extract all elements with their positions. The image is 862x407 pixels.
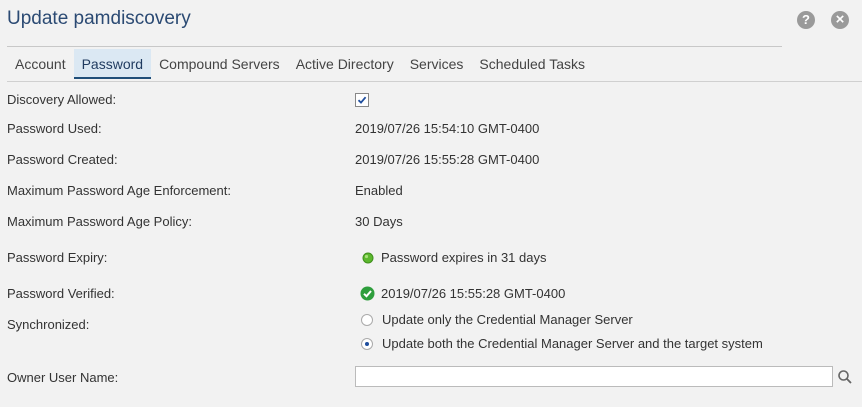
tab-compound-servers[interactable]: Compound Servers <box>151 49 288 79</box>
discovery-allowed-checkbox[interactable] <box>355 93 369 107</box>
password-expiry-value: Password expires in 31 days <box>381 250 547 265</box>
max-age-enforcement-value: Enabled <box>355 183 403 198</box>
password-created-value: 2019/07/26 15:55:28 GMT-0400 <box>355 152 540 167</box>
tab-services[interactable]: Services <box>402 49 472 79</box>
max-age-policy-value: 30 Days <box>355 214 403 229</box>
close-icon[interactable]: × <box>831 11 849 29</box>
owner-user-name-label: Owner User Name: <box>7 370 119 385</box>
password-used-label: Password Used: <box>7 121 102 136</box>
discovery-allowed-label: Discovery Allowed: <box>7 92 117 107</box>
help-icon[interactable]: ? <box>797 11 815 29</box>
tab-password[interactable]: Password <box>73 49 152 79</box>
tab-divider <box>7 81 862 82</box>
tab-scheduled-tasks[interactable]: Scheduled Tasks <box>471 49 593 79</box>
sync-option-both-radio[interactable] <box>361 338 373 350</box>
tab-account[interactable]: Account <box>7 49 74 79</box>
max-age-enforcement-label: Maximum Password Age Enforcement: <box>7 183 231 198</box>
tab-active-directory[interactable]: Active Directory <box>288 49 402 79</box>
password-expiry-label: Password Expiry: <box>7 250 108 265</box>
dialog-title: Update pamdiscovery <box>7 8 191 29</box>
synchronized-label: Synchronized: <box>7 317 90 332</box>
title-divider <box>7 46 782 47</box>
checkmark-icon <box>357 96 367 104</box>
green-status-dot-icon <box>362 252 374 264</box>
password-used-value: 2019/07/26 15:54:10 GMT-0400 <box>355 121 540 136</box>
search-icon[interactable] <box>837 369 853 385</box>
owner-user-name-input[interactable] <box>355 366 833 387</box>
verified-check-icon <box>360 286 375 301</box>
sync-option-server-only-label[interactable]: Update only the Credential Manager Serve… <box>382 312 633 327</box>
tab-bar: Account Password Compound Servers Active… <box>7 49 593 80</box>
sync-option-server-only-radio[interactable] <box>361 314 373 326</box>
sync-option-both-label[interactable]: Update both the Credential Manager Serve… <box>382 336 763 351</box>
password-created-label: Password Created: <box>7 152 118 167</box>
password-verified-label: Password Verified: <box>7 286 115 301</box>
password-verified-value: 2019/07/26 15:55:28 GMT-0400 <box>381 286 566 301</box>
max-age-policy-label: Maximum Password Age Policy: <box>7 214 192 229</box>
